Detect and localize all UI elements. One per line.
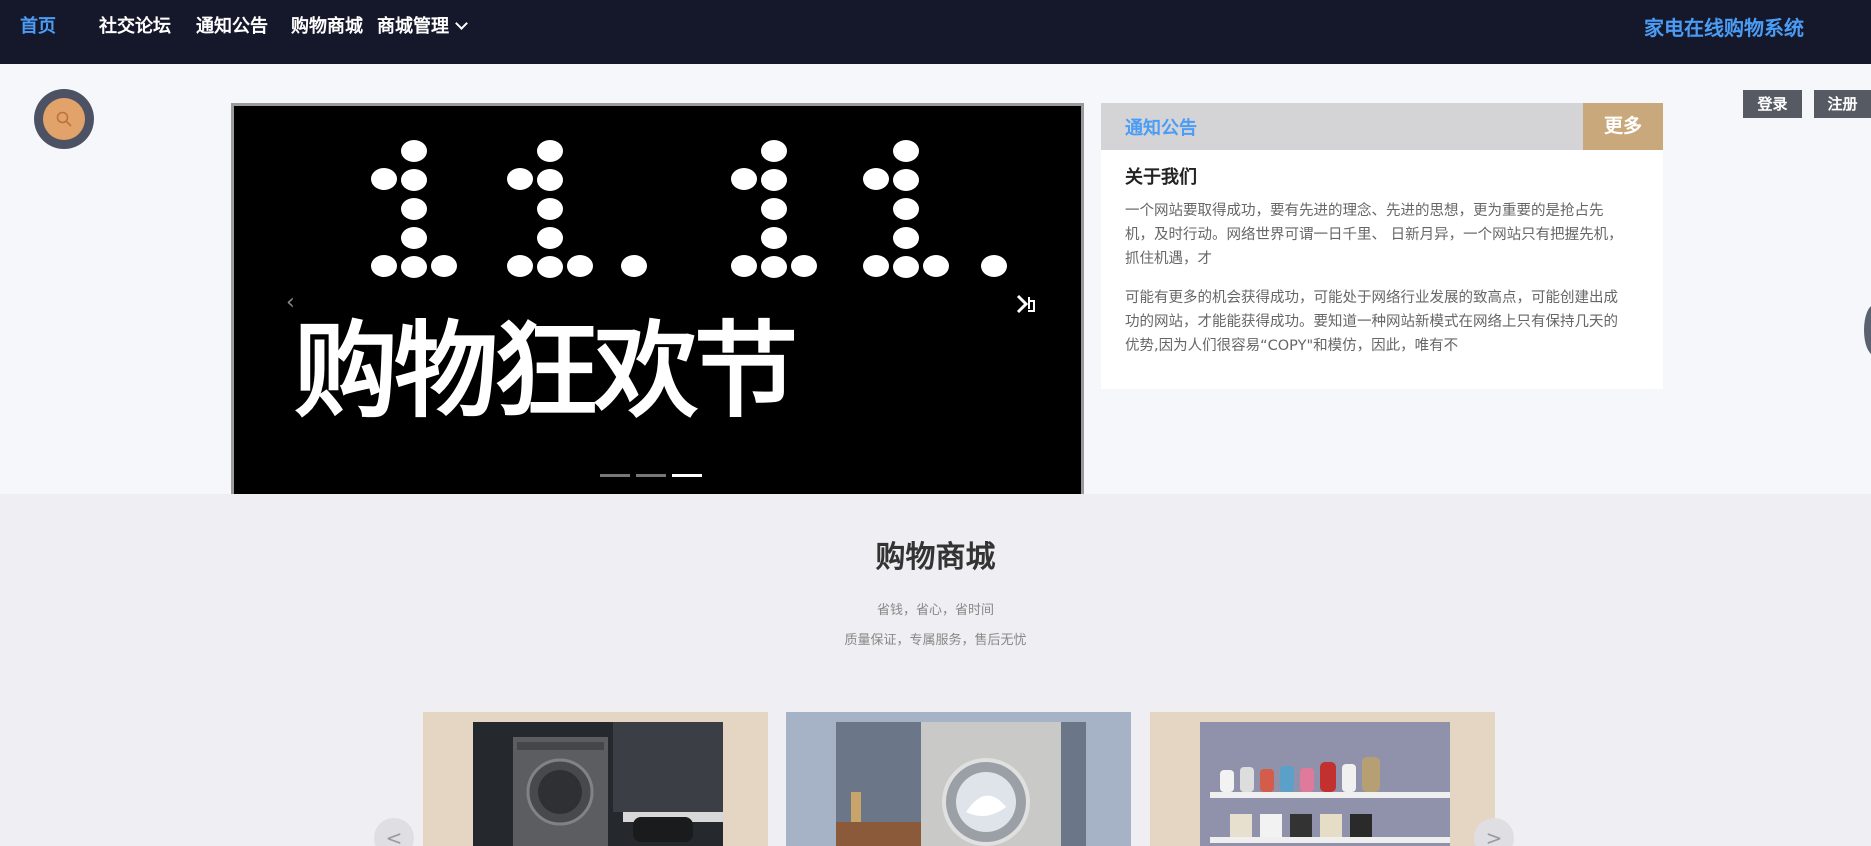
banner-carousel[interactable]: 购物狂欢节 ‹ — [231, 103, 1084, 494]
product-card[interactable] — [786, 712, 1131, 846]
notice-paragraph-2: 可能有更多的机会获得成功，可能处于网络行业发展的致高点，可能创建出成功的网站，才… — [1125, 290, 1618, 354]
appliances-image — [1200, 722, 1450, 846]
product-image — [473, 722, 723, 846]
notice-subtitle[interactable]: 关于我们 — [1125, 163, 1197, 189]
nav-item-shop-manage-label: 商城管理 — [377, 16, 449, 37]
nav-item-shop-manage[interactable]: 商城管理 — [377, 12, 468, 38]
side-handle[interactable] — [1864, 305, 1871, 355]
nav-item-home[interactable]: 首页 — [20, 12, 56, 38]
search-button[interactable] — [34, 89, 94, 149]
notice-panel: 通知公告 更多 关于我们 一个网站要取得成功，要有先进的理念、先进的思想，更为重… — [1101, 103, 1663, 389]
notice-paragraph-1: 一个网站要取得成功，要有先进的理念、先进的思想，更为重要的是抢占先机，及时行动。… — [1125, 203, 1623, 267]
register-button[interactable]: 注册 — [1814, 90, 1871, 118]
notice-fade — [1101, 353, 1663, 389]
chevron-down-icon — [455, 17, 468, 30]
product-image — [1200, 722, 1450, 846]
washer-image — [836, 722, 1086, 846]
top-nav: 首页 社交论坛 通知公告 购物商城 商城管理 家电在线购物系统 — [0, 0, 1871, 64]
product-card[interactable] — [1150, 712, 1495, 846]
nav-item-notice[interactable]: 通知公告 — [196, 12, 268, 38]
banner-dot-pattern — [371, 140, 1007, 278]
notice-header: 通知公告 更多 — [1101, 103, 1663, 150]
shop-title: 购物商城 — [875, 540, 996, 575]
shop-subtitle-2: 质量保证，专属服务，售后无忧 — [844, 633, 1027, 648]
site-title: 家电在线购物系统 — [1644, 16, 1804, 40]
banner-title: 购物狂欢节 — [294, 309, 798, 432]
product-image — [836, 722, 1086, 846]
indicator-3[interactable] — [672, 474, 702, 477]
login-button[interactable]: 登录 — [1743, 90, 1802, 118]
arrow-right-icon[interactable] — [1014, 291, 1040, 317]
nav-item-shop[interactable]: 购物商城 — [291, 12, 363, 38]
more-button[interactable]: 更多 — [1583, 103, 1663, 150]
nav-item-forum[interactable]: 社交论坛 — [99, 12, 171, 38]
product-card[interactable] — [423, 712, 768, 846]
notice-title: 通知公告 — [1125, 118, 1197, 139]
dryer-image — [473, 722, 723, 846]
indicator-1[interactable] — [600, 474, 630, 477]
arrow-left-icon[interactable]: ‹ — [286, 290, 300, 315]
search-icon — [56, 111, 72, 127]
indicator-2[interactable] — [636, 474, 666, 477]
shop-subtitle-1: 省钱，省心，省时间 — [876, 603, 994, 618]
search-button-inner — [43, 98, 85, 140]
